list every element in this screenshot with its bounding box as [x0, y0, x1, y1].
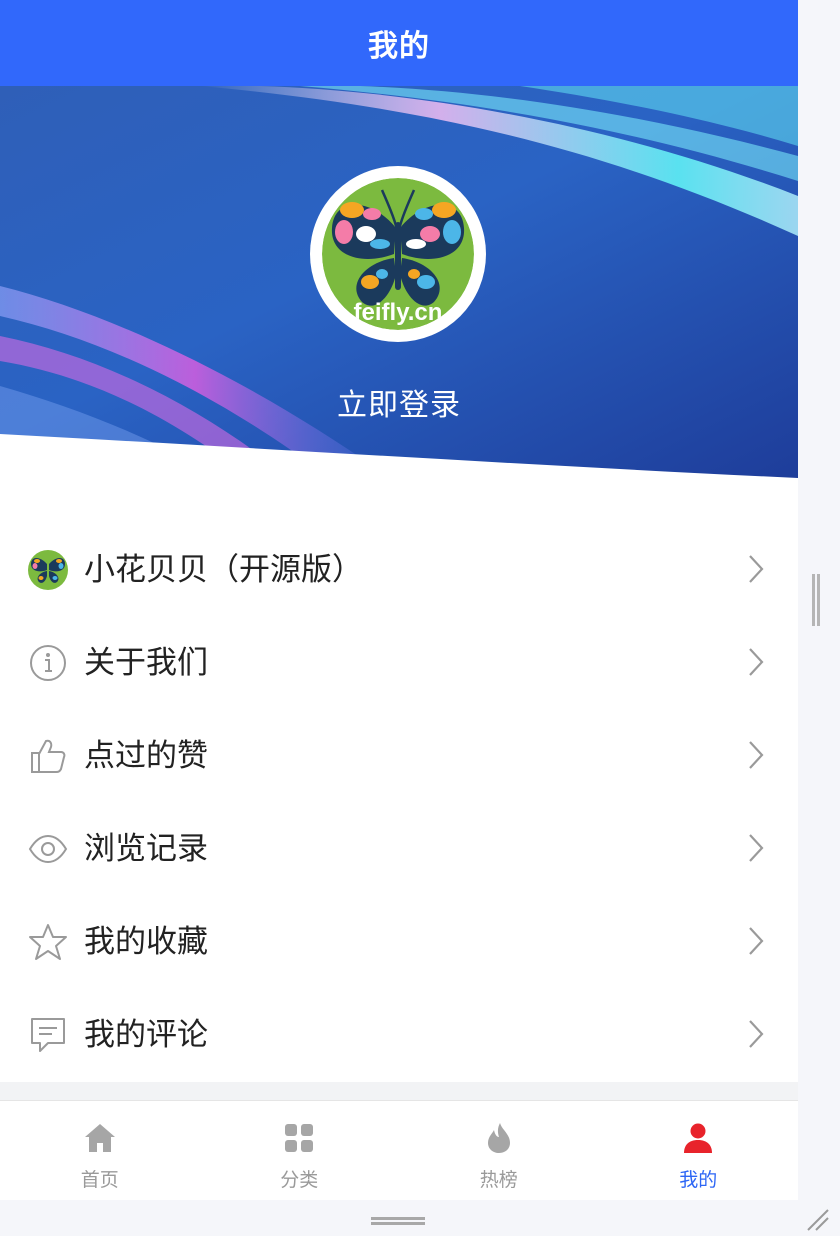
profile-banner: feifly.cn 立即登录 — [0, 86, 798, 478]
chevron-right-icon — [749, 741, 764, 769]
avatar-logo: feifly.cn — [322, 178, 474, 330]
home-icon — [84, 1124, 115, 1152]
menu-item-comments[interactable]: 我的评论 — [0, 989, 798, 1082]
menu-item-label: 浏览记录 — [84, 831, 208, 867]
star-icon — [29, 924, 67, 960]
scrollbar-thumb[interactable] — [812, 574, 820, 626]
comment-icon — [31, 1018, 65, 1052]
menu-item-label: 我的收藏 — [84, 924, 208, 960]
tab-label: 首页 — [80, 1169, 119, 1191]
menu-item-favorites[interactable]: 我的收藏 — [0, 896, 798, 989]
menu-item-label: 点过的赞 — [84, 738, 208, 774]
section-divider — [0, 1082, 798, 1102]
chevron-right-icon — [749, 555, 764, 583]
avatar-logo-text: feifly.cn — [354, 299, 443, 326]
info-icon — [30, 645, 66, 681]
tab-label: 热榜 — [479, 1169, 518, 1191]
menu-item-label: 小花贝贝（开源版） — [84, 552, 363, 588]
menu-item-label: 关于我们 — [84, 645, 208, 681]
menu-list: 小花贝贝（开源版） 关于我们 点过的赞 浏览记录 我的收藏 我的评论 — [0, 524, 798, 1082]
page-title: 我的 — [368, 29, 430, 64]
avatar[interactable]: feifly.cn — [310, 166, 486, 342]
tab-label: 分类 — [280, 1169, 319, 1191]
tab-mine[interactable]: 我的 — [599, 1101, 799, 1200]
top-bar: 我的 — [0, 0, 798, 86]
tab-label: 我的 — [679, 1169, 718, 1191]
menu-item-about[interactable]: 关于我们 — [0, 617, 798, 710]
phone-screen: 我的 feifly.cn 立即登录 小花贝贝（开源版） 关于我们 点过的赞 浏览… — [0, 0, 798, 1200]
grid-icon — [285, 1124, 314, 1152]
tab-home[interactable]: 首页 — [0, 1101, 200, 1200]
chevron-right-icon — [749, 927, 764, 955]
chevron-right-icon — [749, 834, 764, 862]
menu-item-history[interactable]: 浏览记录 — [0, 803, 798, 896]
login-button[interactable]: 立即登录 — [0, 380, 798, 424]
chevron-right-icon — [749, 648, 764, 676]
app-logo-icon — [28, 550, 68, 590]
flame-icon — [487, 1123, 510, 1153]
menu-item-app[interactable]: 小花贝贝（开源版） — [0, 524, 798, 617]
tab-category[interactable]: 分类 — [200, 1101, 400, 1200]
chevron-right-icon — [749, 1020, 764, 1048]
butterfly-logo-icon: feifly.cn — [322, 178, 474, 330]
eye-icon — [28, 834, 68, 864]
home-indicator[interactable] — [371, 1217, 425, 1225]
bottom-tab-bar: 首页 分类 热榜 我的 — [0, 1100, 798, 1200]
user-icon — [684, 1123, 713, 1153]
resize-handle-icon[interactable] — [804, 1206, 830, 1232]
menu-item-label: 我的评论 — [84, 1017, 208, 1053]
tab-hot[interactable]: 热榜 — [399, 1101, 599, 1200]
menu-item-likes[interactable]: 点过的赞 — [0, 710, 798, 803]
thumbs-up-icon — [31, 739, 66, 773]
